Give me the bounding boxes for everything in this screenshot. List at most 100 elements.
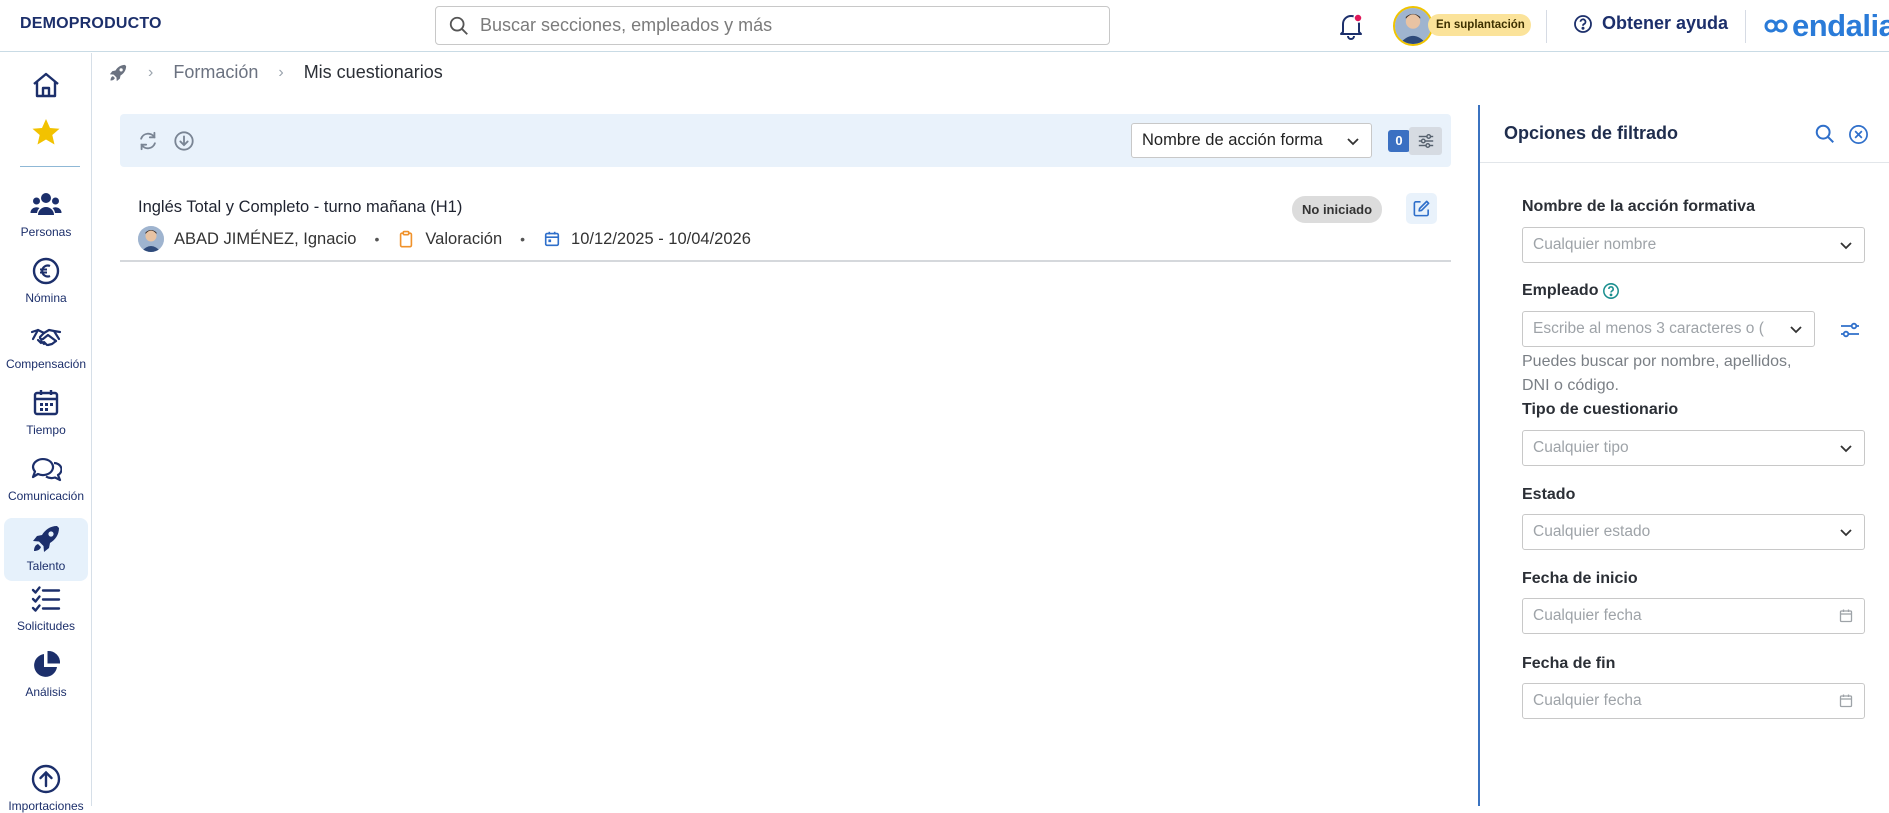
user-avatar[interactable] bbox=[1393, 6, 1433, 46]
filter-label-end-date: Fecha de fin bbox=[1522, 655, 1616, 672]
select-placeholder: Cualquier tipo bbox=[1533, 439, 1629, 456]
sidebar-item-label: Solicitudes bbox=[16, 619, 76, 633]
calendar-icon[interactable] bbox=[1838, 608, 1854, 624]
sidebar-item-label: Análisis bbox=[25, 685, 67, 699]
sidebar-item-talento[interactable]: Talento bbox=[4, 518, 88, 581]
calendar-icon bbox=[33, 390, 59, 416]
chevron-down-icon bbox=[1840, 445, 1852, 453]
label-text: Empleado bbox=[1522, 282, 1599, 299]
status-badge: No iniciado bbox=[1292, 196, 1383, 223]
sidebar-item-label: Compensación bbox=[5, 357, 87, 371]
divider bbox=[1546, 10, 1547, 43]
filter-label-action-name: Nombre de la acción formativa bbox=[1522, 198, 1755, 215]
breadcrumb-formacion[interactable]: Formación bbox=[173, 62, 258, 83]
download-icon[interactable] bbox=[173, 130, 195, 152]
impersonation-badge: En suplantación bbox=[1428, 14, 1531, 36]
employee-avatar bbox=[138, 226, 164, 252]
rocket-icon[interactable] bbox=[108, 63, 128, 83]
top-bar: DEMOPRODUCTO En suplantación Obtener ayu… bbox=[0, 0, 1889, 52]
start-date-input[interactable]: Cualquier fecha bbox=[1522, 598, 1865, 634]
filter-panel-header: Opciones de filtrado bbox=[1480, 105, 1889, 163]
filter-label-employee: Empleado bbox=[1522, 282, 1620, 300]
home-icon bbox=[33, 72, 59, 98]
breadcrumb-current: Mis cuestionarios bbox=[303, 62, 443, 82]
list-toolbar: Nombre de acción forma 0 bbox=[120, 114, 1451, 167]
euro-icon bbox=[32, 257, 60, 285]
logo-text: endalia bbox=[1792, 8, 1889, 43]
company-name[interactable]: DEMOPRODUCTO bbox=[20, 15, 162, 33]
questionnaire-type-select[interactable]: Cualquier tipo bbox=[1522, 430, 1865, 466]
end-date-input[interactable]: Cualquier fecha bbox=[1522, 683, 1865, 719]
help-circle-icon bbox=[1574, 14, 1592, 33]
item-title[interactable]: Inglés Total y Completo - turno mañana (… bbox=[138, 198, 462, 217]
status-select[interactable]: Cualquier estado bbox=[1522, 514, 1865, 550]
sidebar-item-tiempo[interactable]: Tiempo bbox=[0, 387, 92, 437]
select-placeholder: Cualquier fecha bbox=[1533, 607, 1642, 624]
edit-button[interactable] bbox=[1406, 193, 1437, 224]
calendar-icon bbox=[544, 231, 560, 247]
refresh-icon[interactable] bbox=[137, 130, 159, 152]
select-placeholder: Cualquier estado bbox=[1533, 523, 1651, 540]
endalia-logo[interactable]: endalia bbox=[1762, 8, 1889, 44]
close-icon[interactable] bbox=[1848, 124, 1869, 145]
select-placeholder: Cualquier fecha bbox=[1533, 692, 1642, 709]
divider bbox=[1745, 10, 1746, 43]
employee-select[interactable]: Escribe al menos 3 caracteres o ( bbox=[1522, 311, 1815, 347]
notifications-bell-icon[interactable] bbox=[1338, 12, 1364, 40]
upload-icon bbox=[31, 764, 61, 794]
advanced-search-icon[interactable] bbox=[1839, 319, 1861, 341]
action-name-select[interactable]: Cualquier nombre bbox=[1522, 227, 1865, 263]
filter-panel-title: Opciones de filtrado bbox=[1504, 123, 1679, 143]
search-icon[interactable] bbox=[1814, 123, 1836, 145]
global-search[interactable] bbox=[435, 6, 1110, 45]
chevron-down-icon bbox=[1840, 242, 1852, 250]
breadcrumb: › Formación › Mis cuestionarios bbox=[108, 62, 443, 83]
chevron-down-icon bbox=[1347, 137, 1359, 145]
sidebar-item-comunicacion[interactable]: Comunicación bbox=[0, 453, 92, 503]
filter-panel: Opciones de filtrado Nombre de la acción… bbox=[1478, 105, 1889, 806]
help-button[interactable]: Obtener ayuda bbox=[1573, 13, 1728, 34]
sidebar-item-compensacion[interactable]: Compensación bbox=[0, 321, 92, 371]
edit-icon bbox=[1413, 200, 1430, 217]
item-meta: ABAD JIMÉNEZ, Ignacio • Valoración • 10/… bbox=[138, 226, 751, 252]
star-icon bbox=[32, 119, 60, 145]
employee-name: ABAD JIMÉNEZ, Ignacio bbox=[174, 229, 357, 248]
chevron-right-icon: › bbox=[278, 63, 284, 81]
rocket-icon bbox=[33, 526, 59, 552]
sidebar-item-label: Comunicación bbox=[7, 489, 85, 503]
sidebar-item-solicitudes[interactable]: Solicitudes bbox=[0, 583, 92, 633]
sidebar-item-analisis[interactable]: Análisis bbox=[0, 649, 92, 699]
people-icon bbox=[30, 193, 62, 215]
separator-dot: • bbox=[520, 231, 526, 247]
sort-select[interactable]: Nombre de acción forma bbox=[1131, 123, 1372, 158]
pie-chart-icon bbox=[34, 650, 61, 677]
main-sidebar: Personas Nómina Compensación Tiempo Comu… bbox=[0, 53, 92, 813]
sidebar-item-nomina[interactable]: Nómina bbox=[0, 255, 92, 305]
chevron-down-icon bbox=[1790, 326, 1802, 334]
date-range: 10/12/2025 - 10/04/2026 bbox=[571, 229, 751, 248]
employee-help-text: Puedes buscar por nombre, apellidos, DNI… bbox=[1522, 353, 1792, 394]
filter-label-status: Estado bbox=[1522, 486, 1576, 503]
search-icon bbox=[449, 16, 468, 35]
search-input[interactable] bbox=[480, 15, 1080, 36]
filter-toggle-button[interactable] bbox=[1409, 127, 1442, 155]
filter-label-questionnaire-type: Tipo de cuestionario bbox=[1522, 401, 1679, 418]
calendar-icon[interactable] bbox=[1838, 693, 1854, 709]
endalia-logo-icon bbox=[1764, 19, 1788, 33]
handshake-icon bbox=[30, 328, 62, 347]
sidebar-item-favorites[interactable] bbox=[0, 116, 92, 148]
separator-dot: • bbox=[374, 231, 380, 247]
sidebar-item-personas[interactable]: Personas bbox=[0, 189, 92, 239]
chat-icon bbox=[31, 457, 62, 482]
checklist-icon bbox=[31, 586, 61, 612]
help-label: Obtener ayuda bbox=[1602, 13, 1729, 33]
clipboard-icon bbox=[400, 230, 413, 248]
sidebar-item-label: Tiempo bbox=[26, 423, 66, 437]
sidebar-item-home[interactable] bbox=[0, 69, 92, 101]
list-item[interactable]: Inglés Total y Completo - turno mañana (… bbox=[120, 180, 1451, 262]
sidebar-item-label: Personas bbox=[20, 225, 72, 239]
sidebar-item-label: Importaciones bbox=[8, 799, 84, 813]
select-placeholder: Escribe al menos 3 caracteres o ( bbox=[1533, 320, 1764, 337]
sidebar-item-label: Talento bbox=[26, 559, 66, 573]
help-circle-icon[interactable] bbox=[1602, 282, 1620, 300]
